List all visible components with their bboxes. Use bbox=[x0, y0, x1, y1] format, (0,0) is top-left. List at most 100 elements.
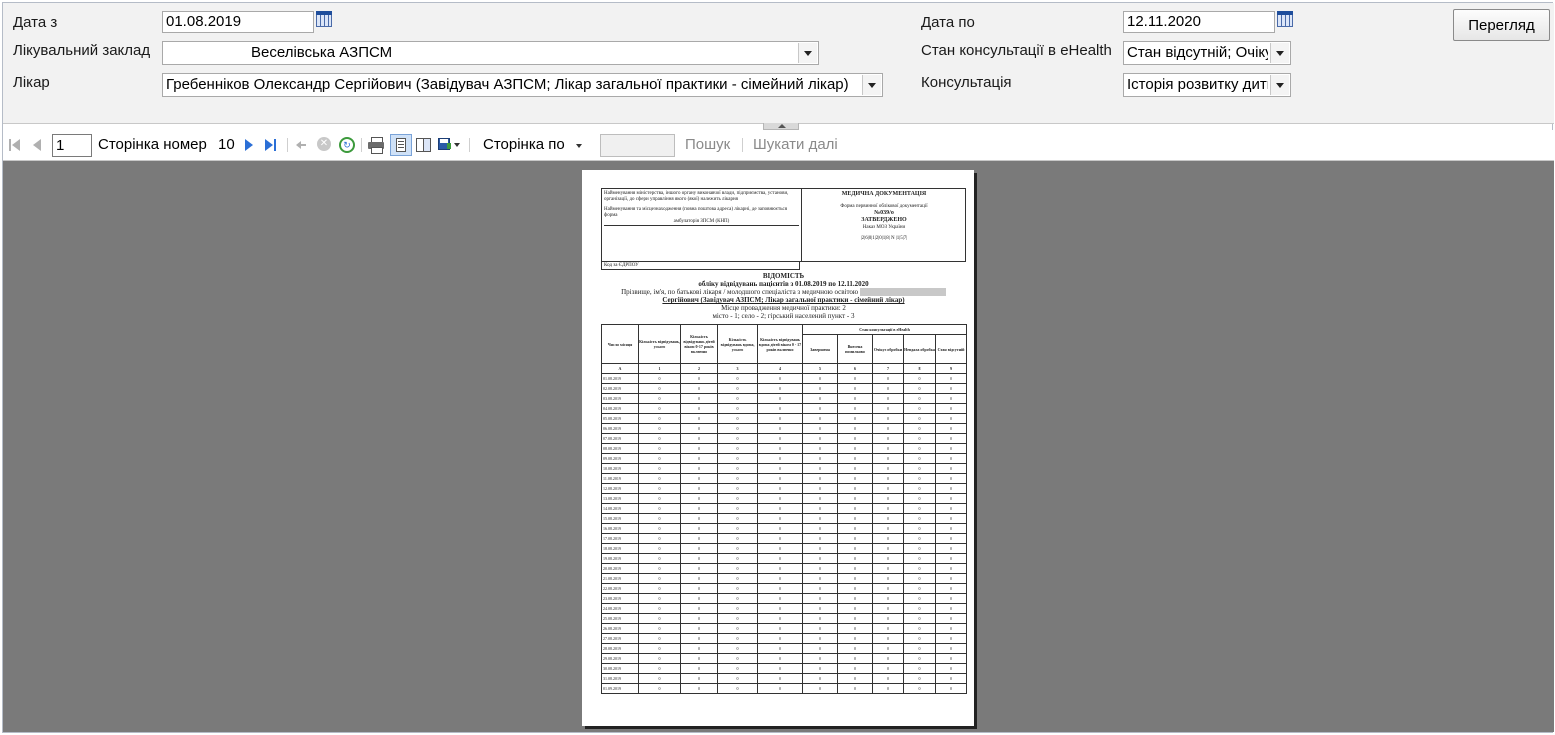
page-setup-icon[interactable] bbox=[415, 137, 431, 153]
row-value: 0 bbox=[802, 533, 838, 545]
row-value: 0 bbox=[717, 593, 758, 605]
date-from-input[interactable]: 01.08.2019 bbox=[162, 11, 314, 33]
row-value: 0 bbox=[680, 673, 718, 685]
chevron-down-icon[interactable] bbox=[1270, 75, 1289, 95]
row-value: 0 bbox=[802, 423, 838, 435]
row-date: 17.08.2019 bbox=[601, 533, 639, 545]
row-value: 0 bbox=[757, 573, 803, 585]
row-value: 0 bbox=[638, 513, 681, 525]
facility-select[interactable]: Веселівська АЗПСМ bbox=[162, 41, 819, 65]
row-value: 0 bbox=[903, 673, 936, 685]
row-value: 0 bbox=[872, 503, 904, 515]
report-header-right: МЕДИЧНА ДОКУМЕНТАЦІЯ Форма первинної обл… bbox=[803, 189, 965, 242]
row-value: 0 bbox=[680, 463, 718, 475]
row-value: 0 bbox=[872, 493, 904, 505]
print-icon[interactable] bbox=[368, 137, 386, 154]
page-number-input[interactable]: 1 bbox=[52, 134, 92, 157]
row-date: 02.08.2019 bbox=[601, 383, 639, 395]
stop-icon[interactable]: ✕ bbox=[317, 137, 333, 153]
refresh-icon[interactable]: ↻ bbox=[339, 137, 355, 153]
ehealth-status-select[interactable]: Стан відсутній; Очікує bbox=[1123, 41, 1291, 65]
table-row: 12.08.2019 0 0 0 0 0 0 0 0 0 bbox=[601, 483, 968, 495]
row-value: 0 bbox=[872, 653, 904, 665]
column-header: Внесена помилково bbox=[837, 334, 873, 365]
row-value: 0 bbox=[872, 633, 904, 645]
find-next-button[interactable]: Шукати далі bbox=[753, 136, 838, 153]
row-date: 15.08.2019 bbox=[601, 513, 639, 525]
row-value: 0 bbox=[934, 653, 968, 665]
first-page-icon[interactable] bbox=[8, 137, 22, 153]
row-value: 0 bbox=[802, 463, 838, 475]
row-value: 0 bbox=[934, 493, 968, 505]
row-value: 0 bbox=[872, 483, 904, 495]
report-doctor-line-2: Сергійович (Завідувач АЗПСМ; Лікар загал… bbox=[662, 296, 905, 305]
row-value: 0 bbox=[802, 543, 838, 555]
row-value: 0 bbox=[903, 393, 936, 405]
page-width-label[interactable]: Сторінка по bbox=[483, 136, 565, 153]
date-to-calendar-icon[interactable] bbox=[1277, 11, 1293, 27]
row-value: 0 bbox=[717, 683, 758, 695]
chevron-down-icon[interactable] bbox=[798, 43, 817, 63]
find-input[interactable] bbox=[600, 134, 675, 157]
back-icon[interactable] bbox=[295, 137, 307, 153]
consultation-select[interactable]: Історія розвитку дити bbox=[1123, 73, 1291, 97]
toolbar-separator bbox=[361, 138, 362, 152]
export-icon[interactable] bbox=[438, 137, 460, 153]
facility-select-value: Веселівська АЗПСМ bbox=[251, 44, 393, 61]
page-width-dropdown-icon[interactable] bbox=[576, 144, 582, 148]
row-value: 0 bbox=[717, 403, 758, 415]
report-place-line: Місце провадження медичної практики: 2 bbox=[721, 304, 846, 313]
row-value: 0 bbox=[680, 553, 718, 565]
table-row: 25.08.2019 0 0 0 0 0 0 0 0 0 bbox=[601, 613, 968, 625]
row-value: 0 bbox=[680, 393, 718, 405]
row-value: 0 bbox=[680, 433, 718, 445]
row-date: 29.08.2019 bbox=[601, 653, 639, 665]
last-page-icon[interactable] bbox=[264, 137, 278, 153]
row-value: 0 bbox=[872, 403, 904, 415]
redacted-block bbox=[859, 288, 946, 297]
row-date: 25.08.2019 bbox=[601, 613, 639, 625]
chevron-down-icon[interactable] bbox=[1270, 43, 1289, 63]
previous-page-icon[interactable] bbox=[31, 137, 43, 153]
row-value: 0 bbox=[934, 463, 968, 475]
row-value: 0 bbox=[680, 573, 718, 585]
header-right-number: №039/о bbox=[874, 210, 894, 216]
row-value: 0 bbox=[717, 533, 758, 545]
view-report-button[interactable]: Перегляд bbox=[1453, 9, 1550, 41]
ehealth-group-header: Стан консультації в eHealth bbox=[801, 324, 968, 336]
table-row: 05.08.2019 0 0 0 0 0 0 0 0 0 bbox=[601, 413, 968, 425]
row-value: 0 bbox=[837, 543, 873, 555]
row-value: 0 bbox=[638, 453, 681, 465]
row-date: 09.08.2019 bbox=[601, 453, 639, 465]
row-value: 0 bbox=[837, 673, 873, 685]
row-value: 0 bbox=[757, 403, 803, 415]
collapse-parameters-handle[interactable] bbox=[763, 123, 799, 130]
row-value: 0 bbox=[802, 613, 838, 625]
column-header: Кількість відвідувань вдома, усього bbox=[717, 324, 758, 365]
row-value: 0 bbox=[680, 443, 718, 455]
row-value: 0 bbox=[903, 443, 936, 455]
row-value: 0 bbox=[638, 383, 681, 395]
report-header: Найменування міністерства, іншого органу… bbox=[601, 188, 966, 262]
doctor-select[interactable]: Гребенніков Олександр Сергійович (Завіду… bbox=[162, 73, 883, 97]
chevron-down-icon[interactable] bbox=[862, 75, 881, 95]
print-layout-icon[interactable] bbox=[390, 134, 412, 156]
row-value: 0 bbox=[802, 473, 838, 485]
row-value: 0 bbox=[872, 593, 904, 605]
date-from-calendar-icon[interactable] bbox=[316, 11, 332, 27]
row-value: 0 bbox=[638, 473, 681, 485]
row-value: 0 bbox=[802, 523, 838, 535]
report-title: ВІДОМІСТЬ обліку відвідувань пацієнтів з… bbox=[601, 272, 966, 320]
row-value: 0 bbox=[638, 373, 681, 385]
row-date: 20.08.2019 bbox=[601, 563, 639, 575]
row-value: 0 bbox=[638, 433, 681, 445]
next-page-icon[interactable] bbox=[243, 137, 255, 153]
date-to-input[interactable]: 12.11.2020 bbox=[1123, 11, 1275, 33]
row-value: 0 bbox=[872, 573, 904, 585]
row-value: 0 bbox=[638, 463, 681, 475]
row-value: 0 bbox=[802, 443, 838, 455]
find-button[interactable]: Пошук bbox=[685, 136, 730, 153]
row-value: 0 bbox=[638, 483, 681, 495]
row-value: 0 bbox=[903, 553, 936, 565]
row-value: 0 bbox=[680, 413, 718, 425]
